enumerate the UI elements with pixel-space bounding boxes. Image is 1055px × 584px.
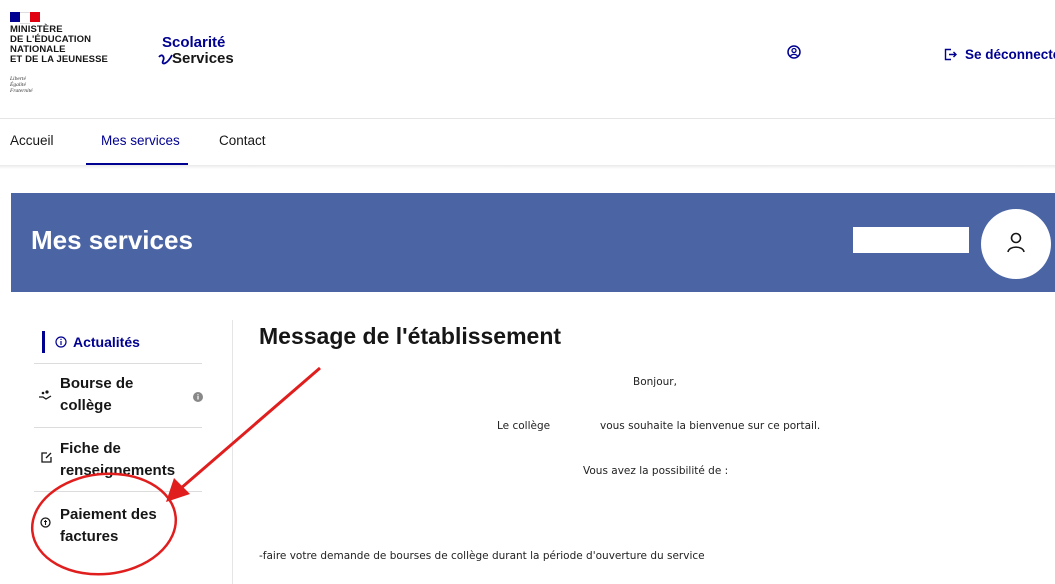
brand-services: Services <box>172 50 234 67</box>
sidebar-item-label: Bourse de collège <box>60 375 134 414</box>
marianne-flag-logo <box>10 12 40 24</box>
account-icon[interactable] <box>787 45 801 59</box>
message-line: Vous avez la possibilité de : <box>583 465 729 477</box>
info-badge-icon[interactable] <box>193 392 203 402</box>
scolarite-services-logo[interactable]: Scolarité Services <box>158 34 234 67</box>
sidebar-divider <box>232 320 233 584</box>
page-title: Mes services <box>31 225 193 255</box>
sidebar-item-label: Fiche de renseignements <box>60 440 176 479</box>
message-line: Le collège <box>497 420 551 432</box>
payment-icon <box>40 517 51 528</box>
person-icon <box>1007 232 1025 253</box>
hand-coins-icon <box>39 390 52 400</box>
logout-link[interactable]: Se déconnecter <box>944 47 1055 62</box>
message-line: vous souhaite la bienvenue sur ce portai… <box>600 420 821 432</box>
message-line: -faire votre demande de bourses de collè… <box>259 550 705 562</box>
user-name-redacted <box>853 227 969 253</box>
logout-label: Se déconnecter <box>965 47 1055 62</box>
logout-icon <box>944 48 957 61</box>
sidebar-item-bourse[interactable]: Bourse de collège <box>34 373 203 417</box>
avatar[interactable] <box>981 209 1051 279</box>
message-title: Message de l'établissement <box>259 323 562 349</box>
sidebar-item-actualites[interactable]: Actualités <box>55 331 205 354</box>
sidebar-item-label: Actualités <box>73 334 140 350</box>
edit-icon <box>41 452 52 463</box>
sidebar-item-paiement[interactable]: Paiement des factures <box>34 504 202 548</box>
active-indicator <box>42 331 45 353</box>
republic-motto: Liberté Égalité Fraternité <box>10 76 33 94</box>
brand-scolarite: Scolarité <box>162 34 226 51</box>
site-header: MINISTÈRE DE L'ÉDUCATION NATIONALE ET DE… <box>0 0 1055 118</box>
info-icon <box>55 336 67 348</box>
nav-mes-services[interactable]: Mes services <box>101 133 180 148</box>
nav-contact[interactable]: Contact <box>219 133 266 148</box>
main-navigation: Accueil Mes services Contact <box>0 119 1055 165</box>
ministry-name: MINISTÈRE DE L'ÉDUCATION NATIONALE ET DE… <box>10 24 108 65</box>
sidebar-item-fiche[interactable]: Fiche de renseignements <box>34 438 202 482</box>
page-banner: Mes services <box>11 193 1055 292</box>
nav-accueil[interactable]: Accueil <box>10 133 54 148</box>
sidebar-item-label: Paiement des factures <box>60 506 157 545</box>
message-line: Bonjour, <box>633 376 677 388</box>
swoosh-icon <box>158 54 173 65</box>
